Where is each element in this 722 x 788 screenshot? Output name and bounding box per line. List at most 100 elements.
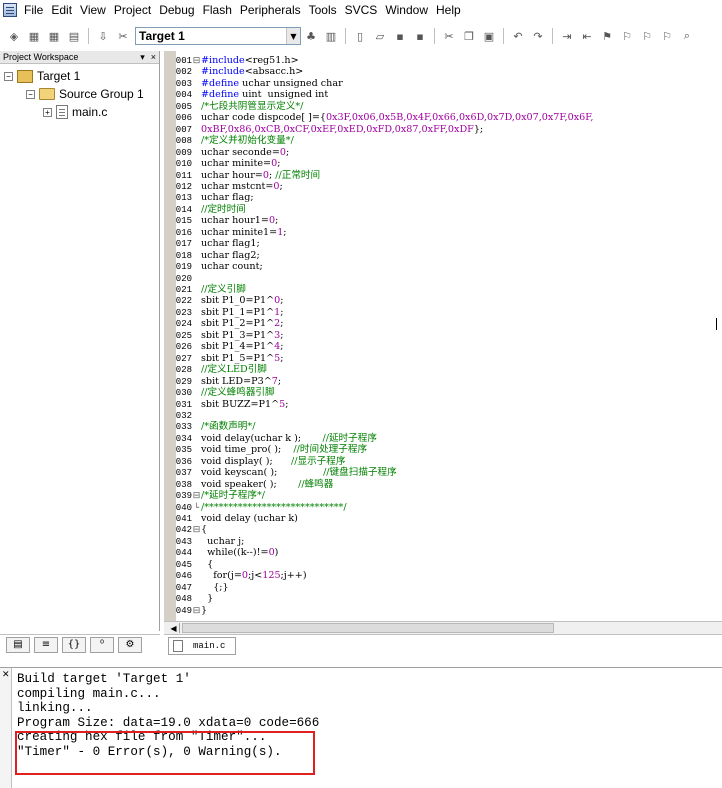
menu-flash[interactable]: Flash: [199, 3, 236, 17]
code-line[interactable]: 005 /*七段共阴管显示定义*/: [164, 101, 304, 112]
editor-horizontal-scrollbar[interactable]: ◀: [164, 621, 722, 634]
code-line[interactable]: 017 uchar flag1;: [164, 238, 260, 249]
fold-marker-icon[interactable]: └: [192, 503, 201, 514]
code-line[interactable]: 034 void delay(uchar k ); //延时子程序: [164, 433, 377, 444]
code-line[interactable]: 014 //定时时间: [164, 204, 246, 215]
find-in-files-icon[interactable]: ⌕: [679, 28, 695, 44]
menu-file[interactable]: File: [20, 3, 47, 17]
close-icon[interactable]: ×: [151, 52, 156, 63]
code-line[interactable]: 015 uchar hour1=0;: [164, 215, 279, 226]
code-line[interactable]: 033 /*函数声明*/: [164, 421, 256, 432]
code-line[interactable]: 025 sbit P1_3=P1^3;: [164, 330, 284, 341]
target-options-icon[interactable]: ✂: [115, 28, 131, 44]
cut-icon[interactable]: ✂: [441, 28, 457, 44]
code-line[interactable]: 022 sbit P1_0=P1^0;: [164, 295, 284, 306]
code-line[interactable]: 010 uchar minite=0;: [164, 158, 281, 169]
code-line[interactable]: 009 uchar seconde=0;: [164, 147, 289, 158]
tree-item-target[interactable]: − Target 1: [4, 69, 80, 83]
templates-tab-icon[interactable]: ⁰: [90, 636, 114, 653]
open-file-icon[interactable]: ▱: [372, 28, 388, 44]
unindent-icon[interactable]: ⇤: [579, 28, 595, 44]
code-line[interactable]: 038 void speaker( ); //蜂鸣器: [164, 479, 334, 490]
menu-window[interactable]: Window: [381, 3, 432, 17]
code-line[interactable]: 020: [164, 273, 201, 284]
code-line[interactable]: 031 sbit BUZZ=P1^5;: [164, 399, 289, 410]
target-select[interactable]: Target 1 ▼: [135, 27, 301, 45]
code-line[interactable]: 029 sbit LED=P3^7;: [164, 376, 281, 387]
code-line[interactable]: 007 0xBF,0x86,0xCB,0xCF,0xEF,0xED,0xFD,0x…: [164, 124, 483, 135]
tree-item-source-group[interactable]: − Source Group 1: [26, 87, 144, 101]
books-tab-icon[interactable]: ≡: [34, 636, 58, 653]
batch-build-icon[interactable]: ▤: [66, 28, 82, 44]
menu-view[interactable]: View: [76, 3, 110, 17]
code-line[interactable]: 004 #define uint unsigned int: [164, 89, 328, 100]
expand-icon[interactable]: +: [43, 107, 52, 117]
file-tab-main-c[interactable]: main.c: [168, 636, 237, 655]
menu-edit[interactable]: Edit: [47, 3, 76, 17]
code-line[interactable]: 039⊟/*延时子程序*/: [164, 490, 265, 501]
scroll-left-icon[interactable]: ◀: [168, 623, 180, 633]
fold-marker-icon[interactable]: ⊟: [192, 56, 201, 67]
code-line[interactable]: 019 uchar count;: [164, 261, 263, 272]
next-bookmark-icon[interactable]: ⚐: [639, 28, 655, 44]
code-line[interactable]: 002 #include<absacc.h>: [164, 66, 304, 77]
project-tab-icon[interactable]: ▤: [6, 636, 30, 653]
code-line[interactable]: 012 uchar mstcnt=0;: [164, 181, 283, 192]
code-line[interactable]: 006 uchar code dispcode[ ]={0x3F,0x06,0x5…: [164, 112, 594, 123]
code-line[interactable]: 001⊟#include<reg51.h>: [164, 55, 299, 66]
code-line[interactable]: 046 for(j=0;j<125;j++): [164, 570, 307, 581]
code-line[interactable]: 047 {;}: [164, 582, 229, 593]
code-line[interactable]: 027 sbit P1_5=P1^5;: [164, 353, 284, 364]
code-line[interactable]: 041 void delay (uchar k): [164, 513, 298, 524]
panel-menu-icon[interactable]: ▾: [140, 52, 145, 63]
save-all-icon[interactable]: ▪: [412, 28, 428, 44]
close-icon[interactable]: ✕: [2, 670, 10, 680]
code-line[interactable]: 024 sbit P1_2=P1^2;: [164, 318, 284, 329]
fold-marker-icon[interactable]: ⊟: [192, 606, 201, 617]
code-line[interactable]: 030 //定义蜂鸣器引脚: [164, 387, 275, 398]
translate-icon[interactable]: ◈: [6, 28, 22, 44]
clear-bookmarks-icon[interactable]: ⚐: [659, 28, 675, 44]
scrollbar-thumb[interactable]: [182, 623, 554, 633]
menu-tools[interactable]: Tools: [305, 3, 341, 17]
code-line[interactable]: 049⊟}: [164, 605, 207, 616]
code-line[interactable]: 035 void time_pro( ); //时间处理子程序: [164, 444, 367, 455]
rebuild-icon[interactable]: ▦: [46, 28, 62, 44]
code-line[interactable]: 036 void display( ); //显示子程序: [164, 456, 346, 467]
code-line[interactable]: 044 while((k--)!=0): [164, 547, 279, 558]
collapse-icon[interactable]: −: [4, 71, 13, 81]
functions-tab-icon[interactable]: {}: [62, 636, 86, 653]
paste-icon[interactable]: ▣: [481, 28, 497, 44]
indent-icon[interactable]: ⇥: [559, 28, 575, 44]
code-editor[interactable]: 001⊟#include<reg51.h> 002 #include<absacc.…: [164, 51, 722, 621]
code-line[interactable]: 048 }: [164, 593, 213, 604]
tree-item-file[interactable]: + main.c: [43, 105, 107, 119]
manage-components-icon[interactable]: ♣: [303, 28, 319, 44]
collapse-icon[interactable]: −: [26, 89, 35, 99]
menu-help[interactable]: Help: [432, 3, 465, 17]
code-line[interactable]: 021 //定义引脚: [164, 284, 246, 295]
fold-marker-icon[interactable]: ⊟: [192, 491, 201, 502]
code-line[interactable]: 040 └/*****************************/: [164, 502, 347, 513]
code-line[interactable]: 023 sbit P1_1=P1^1;: [164, 307, 284, 318]
code-line[interactable]: 045 {: [164, 559, 213, 570]
code-line[interactable]: 037 void keyscan( ); //键盘扫描子程序: [164, 467, 397, 478]
menu-peripherals[interactable]: Peripherals: [236, 3, 305, 17]
code-line[interactable]: 008 /*定义并初始化变量*/: [164, 135, 294, 146]
build-icon[interactable]: ▦: [26, 28, 42, 44]
code-line[interactable]: 028 //定义LED引脚: [164, 364, 267, 375]
prev-bookmark-icon[interactable]: ⚐: [619, 28, 635, 44]
chevron-down-icon[interactable]: ▼: [286, 28, 300, 44]
code-line[interactable]: 042⊟{: [164, 524, 207, 535]
code-line[interactable]: 026 sbit P1_4=P1^4;: [164, 341, 284, 352]
code-line[interactable]: 032: [164, 410, 201, 421]
new-file-icon[interactable]: ▯: [352, 28, 368, 44]
redo-icon[interactable]: ↷: [530, 28, 546, 44]
code-line[interactable]: 011 uchar hour=0; //正常时间: [164, 170, 320, 181]
copy-icon[interactable]: ❐: [461, 28, 477, 44]
fold-marker-icon[interactable]: ⊟: [192, 525, 201, 536]
undo-icon[interactable]: ↶: [510, 28, 526, 44]
save-icon[interactable]: ▪: [392, 28, 408, 44]
code-line[interactable]: 018 uchar flag2;: [164, 250, 260, 261]
download-icon[interactable]: ⇩: [95, 28, 111, 44]
